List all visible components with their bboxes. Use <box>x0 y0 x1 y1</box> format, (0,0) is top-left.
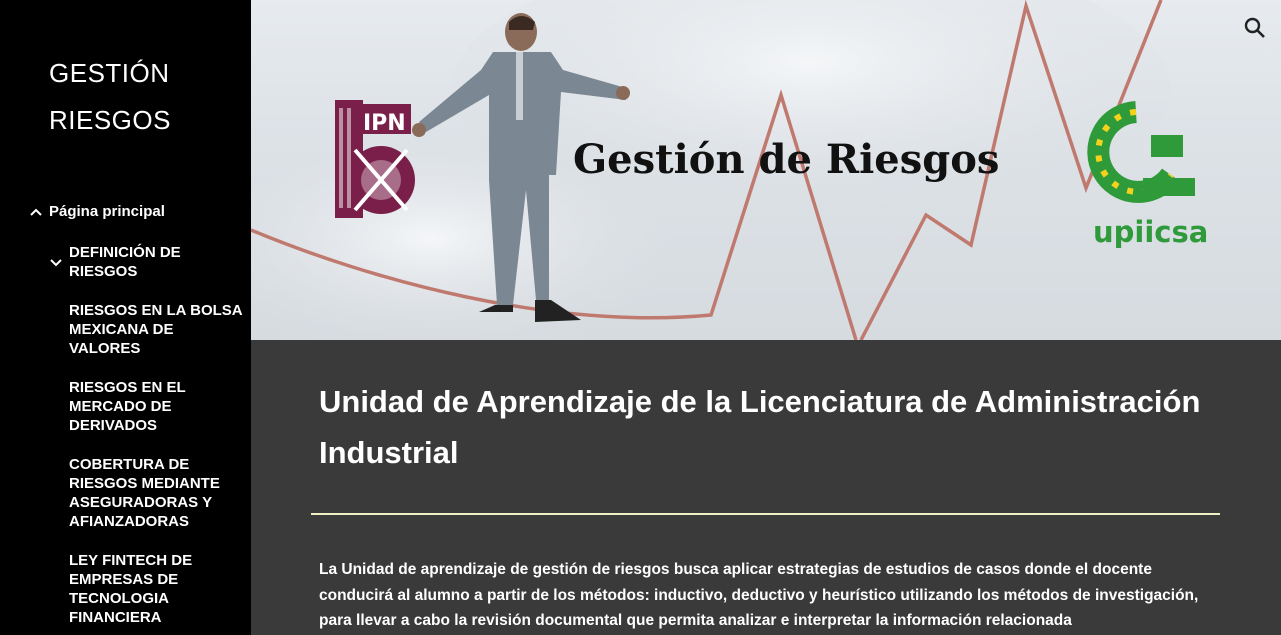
ipn-logo: IPN <box>335 100 415 218</box>
upiicsa-logo-text: upiicsa <box>1093 215 1208 249</box>
nav-item-derivados[interactable]: RIESGOS EN EL MERCADO DE DERIVADOS <box>69 378 244 435</box>
chevron-up-icon[interactable] <box>30 205 44 219</box>
sidebar: GESTIÓN RIESGOS Página principal DEFINIC… <box>0 0 251 635</box>
search-icon[interactable] <box>1242 15 1268 41</box>
nav-item-cobertura[interactable]: COBERTURA DE RIESGOS MEDIANTE ASEGURADOR… <box>69 455 244 531</box>
main-content: Unidad de Aprendizaje de la Licenciatura… <box>251 340 1281 635</box>
chevron-down-icon[interactable] <box>50 256 64 270</box>
search-button[interactable] <box>1242 15 1268 41</box>
page-heading: Unidad de Aprendizaje de la Licenciatura… <box>319 384 1201 470</box>
intro-paragraph: La Unidad de aprendizaje de gestión de r… <box>319 561 1199 629</box>
divider <box>311 513 1220 515</box>
ipn-logo-text: IPN <box>363 111 406 136</box>
site-title[interactable]: GESTIÓN RIESGOS <box>49 50 199 144</box>
nav-item-fintech[interactable]: LEY FINTECH DE EMPRESAS DE TECNOLOGIA FI… <box>69 551 244 627</box>
nav-item-definicion[interactable]: DEFINICIÓN DE RIESGOS <box>69 243 244 281</box>
nav-item-bolsa[interactable]: RIESGOS EN LA BOLSA MEXICANA DE VALORES <box>69 301 244 358</box>
nav-home[interactable]: Página principal <box>30 203 165 220</box>
hero-title: Gestión de Riesgos <box>573 136 1000 183</box>
hero-banner: IPN upiicsa Gestión de Riesgos <box>251 0 1281 340</box>
nav-home-label[interactable]: Página principal <box>49 203 165 220</box>
